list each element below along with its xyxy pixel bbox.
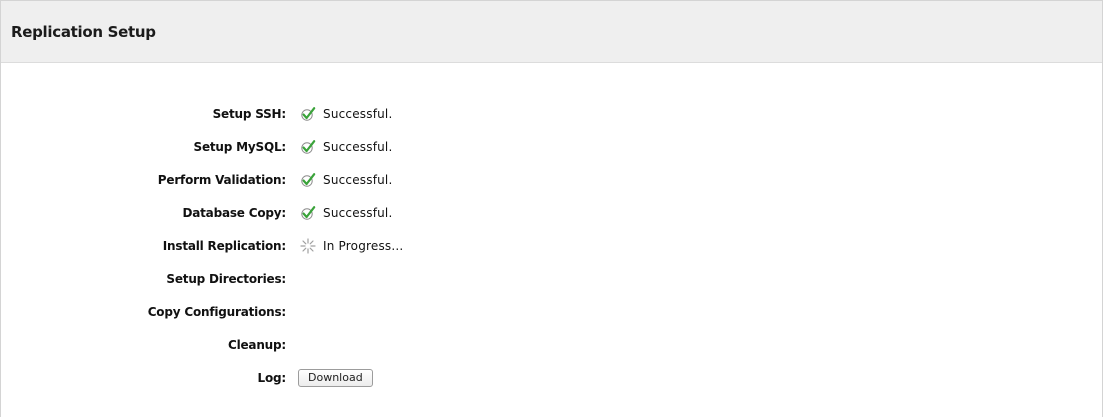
step-label: Install Replication: xyxy=(162,238,286,253)
check-icon xyxy=(301,139,316,154)
step-label: Setup SSH: xyxy=(212,106,287,121)
step-status-text: Successful. xyxy=(323,139,393,154)
step-row-copy-configurations: Copy Configurations: xyxy=(1,295,1102,328)
step-label: Database Copy: xyxy=(182,205,286,220)
step-label: Setup MySQL: xyxy=(193,139,287,154)
check-icon xyxy=(301,205,316,220)
spinner-icon xyxy=(300,237,316,254)
step-status: Successful. xyxy=(300,205,392,221)
step-status: Successful. xyxy=(300,172,392,188)
step-status-text: Successful. xyxy=(323,205,393,220)
step-row-setup-ssh: Setup SSH: Successful. xyxy=(1,97,1102,130)
download-log-button[interactable]: Download xyxy=(298,368,373,387)
panel-title: Replication Setup xyxy=(11,22,156,41)
log-label: Log: xyxy=(257,370,287,385)
step-label: Setup Directories: xyxy=(166,271,286,286)
step-row-install-replication: Install Replication: In Progress... xyxy=(1,229,1102,262)
steps-list: Setup SSH: Successful. Setup MySQL: Succ… xyxy=(1,97,1102,394)
step-status: Successful. xyxy=(300,106,392,122)
step-status: Successful. xyxy=(300,139,392,155)
step-status-text: In Progress... xyxy=(323,238,404,253)
step-row-cleanup: Cleanup: xyxy=(1,328,1102,361)
step-row-perform-validation: Perform Validation: Successful. xyxy=(1,163,1102,196)
step-label: Cleanup: xyxy=(227,337,286,352)
step-row-setup-directories: Setup Directories: xyxy=(1,262,1102,295)
log-row: Log: Download xyxy=(1,361,1102,394)
step-label: Copy Configurations: xyxy=(147,304,286,319)
step-status-text: Successful. xyxy=(323,106,393,121)
step-row-database-copy: Database Copy: Successful. xyxy=(1,196,1102,229)
panel-header: Replication Setup xyxy=(1,1,1102,63)
step-label: Perform Validation: xyxy=(157,172,286,187)
check-icon xyxy=(301,172,316,187)
replication-setup-panel: Replication Setup Setup SSH: Successful.… xyxy=(0,0,1103,417)
step-row-setup-mysql: Setup MySQL: Successful. xyxy=(1,130,1102,163)
check-icon xyxy=(301,106,316,121)
step-status: In Progress... xyxy=(300,237,404,254)
step-status-text: Successful. xyxy=(323,172,393,187)
